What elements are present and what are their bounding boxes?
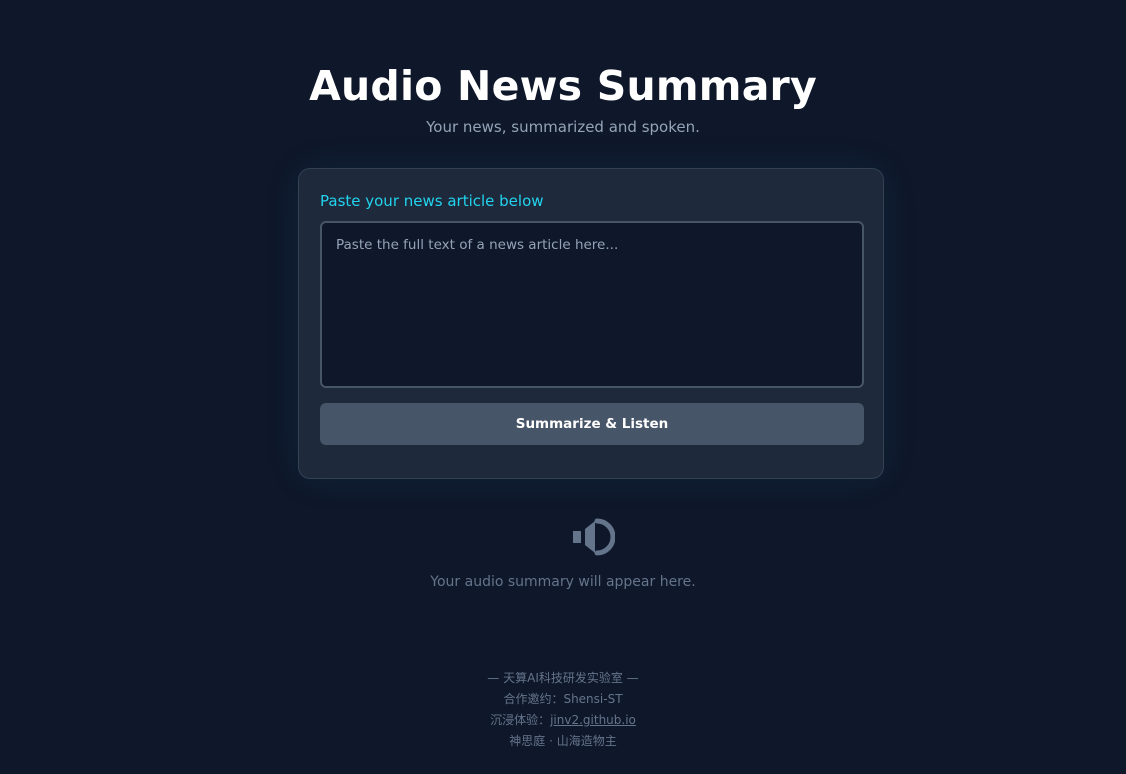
footer-tagline: 神思庭 · 山海造物主 [509,734,617,748]
sound-wave-shape [594,518,615,556]
footer-experience-label: 沉浸体验： [490,713,551,727]
footer-contact: 合作邀约：Shensi-ST [503,692,623,706]
footer-experience-line: 沉浸体验：jinv2.github.io [0,710,1126,731]
footer-lab-name: — 天算AI科技研发实验室 — [487,671,639,685]
article-form-card: Paste your news article below Summarize … [298,168,884,479]
speaker-cone-shape [585,521,595,553]
page-subtitle: Your news, summarized and spoken. [426,118,700,136]
page: Audio News Summary Your news, summarized… [0,0,1126,774]
speaker-icon [573,518,615,556]
footer: — 天算AI科技研发实验室 — 合作邀约：Shensi-ST 沉浸体验：jinv… [0,668,1126,752]
page-title: Audio News Summary [309,62,817,110]
article-input-label: Paste your news article below [320,192,544,210]
speaker-body-shape [573,531,581,543]
audio-placeholder-text: Your audio summary will appear here. [430,574,696,590]
article-input[interactable] [320,221,864,388]
summarize-listen-button[interactable]: Summarize & Listen [320,403,864,445]
footer-github-link[interactable]: jinv2.github.io [550,713,636,727]
